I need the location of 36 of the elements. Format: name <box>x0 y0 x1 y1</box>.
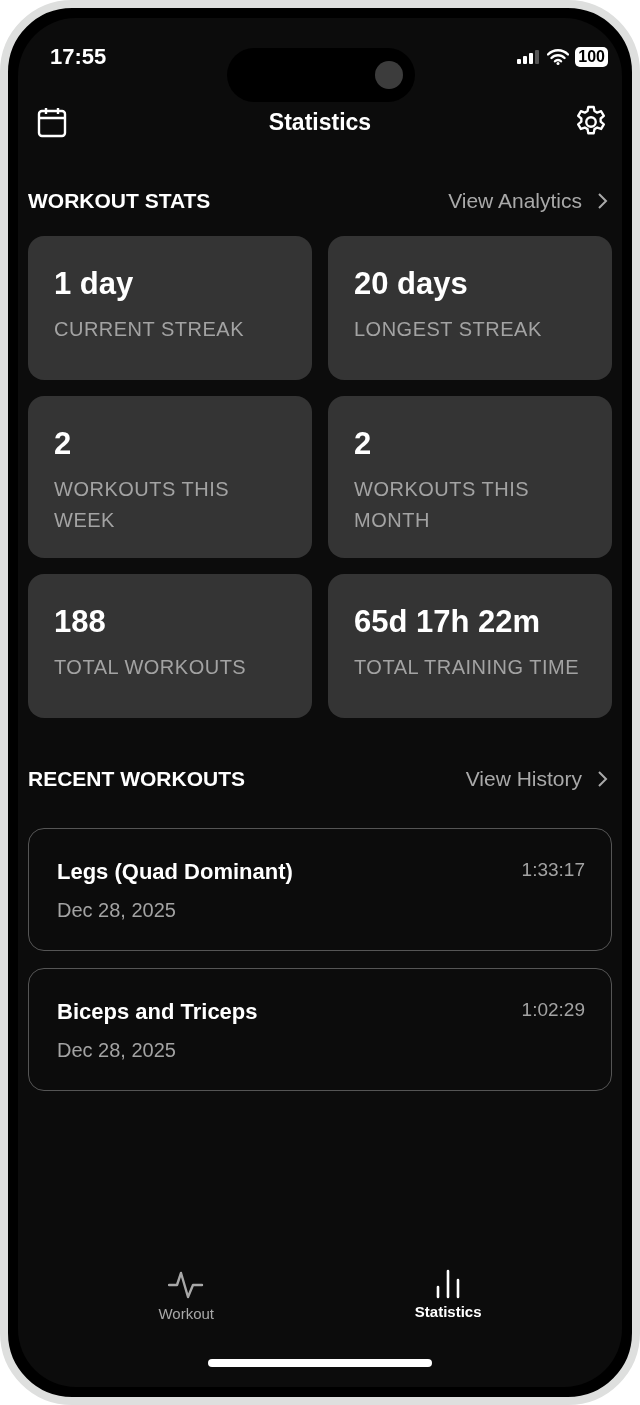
stat-label: WORKOUTS THIS WEEK <box>54 477 231 533</box>
workout-date: Dec 28, 2025 <box>57 1039 177 1062</box>
stat-label: TOTAL WORKOUTS <box>54 655 248 680</box>
workout-duration: 1:33:17 <box>521 859 585 881</box>
stat-label: CURRENT STREAK <box>54 317 245 342</box>
tab[interactable]: Workout <box>152 1268 220 1323</box>
signal-icon <box>517 50 542 64</box>
wifi-icon <box>547 49 570 65</box>
chevron-icon <box>596 770 608 788</box>
section-title: WORKOUT STATS <box>28 189 211 213</box>
chevron-icon <box>596 192 608 210</box>
workout-name: Legs (Quad Dominant) <box>57 859 293 885</box>
stat-value: 20 days <box>354 266 469 302</box>
battery-level: 100 <box>575 47 608 67</box>
screen-title: Statistics <box>268 108 372 136</box>
status-time: 17:55 <box>50 44 107 70</box>
workout-card[interactable]: Legs (Quad Dominant) Dec 28, 2025 1:33:17 <box>28 828 612 951</box>
workout-date: Dec 28, 2025 <box>57 899 177 922</box>
stat-value: 2 <box>54 426 73 462</box>
stat-value: 2 <box>354 426 373 462</box>
stat-value: 1 day <box>54 266 135 302</box>
pulse-icon <box>168 1269 205 1301</box>
stat-value: 188 <box>54 604 107 640</box>
stat-value: 65d 17h 22m <box>354 604 542 640</box>
stat-label: TOTAL TRAINING TIME <box>354 655 581 680</box>
workout-duration: 1:02:29 <box>521 999 585 1021</box>
bar-chart-icon <box>435 1269 462 1299</box>
tab[interactable]: Statistics <box>408 1268 488 1323</box>
workout-card[interactable]: Biceps and Triceps Dec 28, 2025 1:02:29 <box>28 968 612 1091</box>
calendar-icon[interactable] <box>36 106 68 138</box>
section-title: RECENT WORKOUTS <box>28 767 245 791</box>
view-analytics-link[interactable]: View Analytics <box>448 189 608 213</box>
stat-label: WORKOUTS THIS MONTH <box>354 477 531 533</box>
stat-label: LONGEST STREAK <box>354 317 543 342</box>
view-history-link[interactable]: View History <box>465 767 608 791</box>
workout-name: Biceps and Triceps <box>57 999 258 1025</box>
